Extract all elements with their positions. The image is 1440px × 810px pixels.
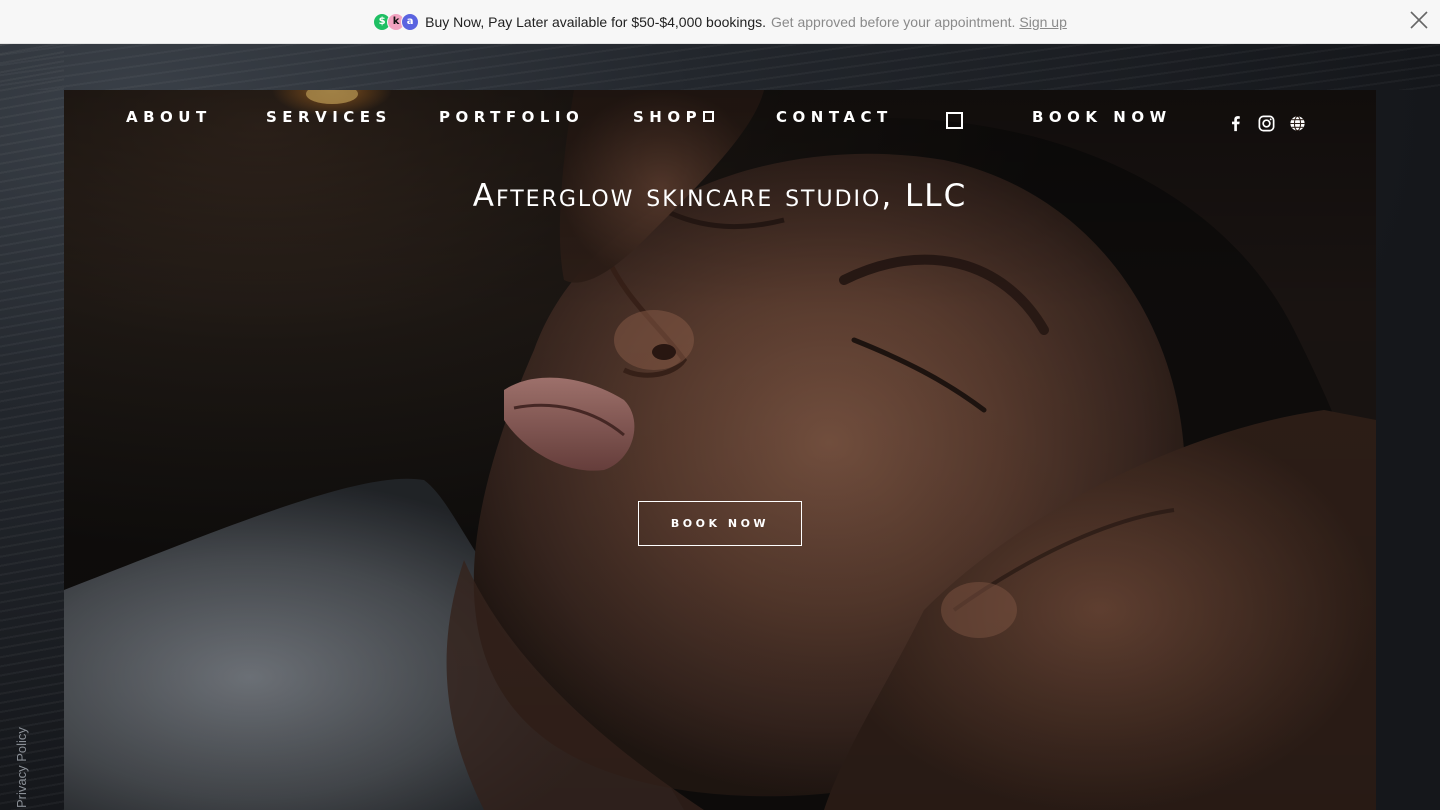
affirm-logo: a: [401, 12, 420, 31]
hero-section: ABOUT SERVICES PORTFOLIO SHOP CONTACT BO…: [64, 90, 1376, 810]
promo-main-text: Buy Now, Pay Later available for $50-$4,…: [425, 13, 766, 30]
close-icon[interactable]: [1408, 9, 1430, 31]
more-menu-icon[interactable]: [946, 112, 963, 129]
shop-dropdown-icon: [703, 111, 715, 122]
background-water-texture-top: [0, 44, 1440, 90]
promo-banner: $ k a Buy Now, Pay Later available for $…: [0, 0, 1440, 44]
book-now-button[interactable]: BOOK NOW: [638, 501, 802, 546]
nav-item-about[interactable]: ABOUT: [126, 108, 212, 126]
promo-signup-link[interactable]: Sign up: [1019, 14, 1066, 30]
background-water-texture: [0, 44, 64, 810]
nav-item-services[interactable]: SERVICES: [266, 108, 392, 126]
nav-item-book-now[interactable]: BOOK NOW: [1032, 108, 1172, 126]
social-links: [1226, 114, 1307, 132]
payment-logos: $ k a: [373, 12, 420, 31]
site-title: Afterglow skincare studio, LLC: [472, 178, 968, 214]
nav-item-portfolio[interactable]: PORTFOLIO: [439, 108, 584, 126]
globe-icon[interactable]: [1288, 114, 1307, 133]
privacy-policy-link[interactable]: Privacy Policy: [14, 727, 29, 808]
promo-sub-text: Get approved before your appointment.: [771, 13, 1016, 30]
instagram-icon[interactable]: [1257, 114, 1276, 133]
nav-item-contact[interactable]: CONTACT: [776, 108, 893, 126]
nav-item-shop-label: SHOP: [633, 108, 703, 126]
nav-item-shop[interactable]: SHOP: [633, 108, 715, 126]
main-nav: ABOUT SERVICES PORTFOLIO SHOP CONTACT BO…: [64, 108, 1376, 132]
facebook-icon[interactable]: [1226, 114, 1245, 133]
